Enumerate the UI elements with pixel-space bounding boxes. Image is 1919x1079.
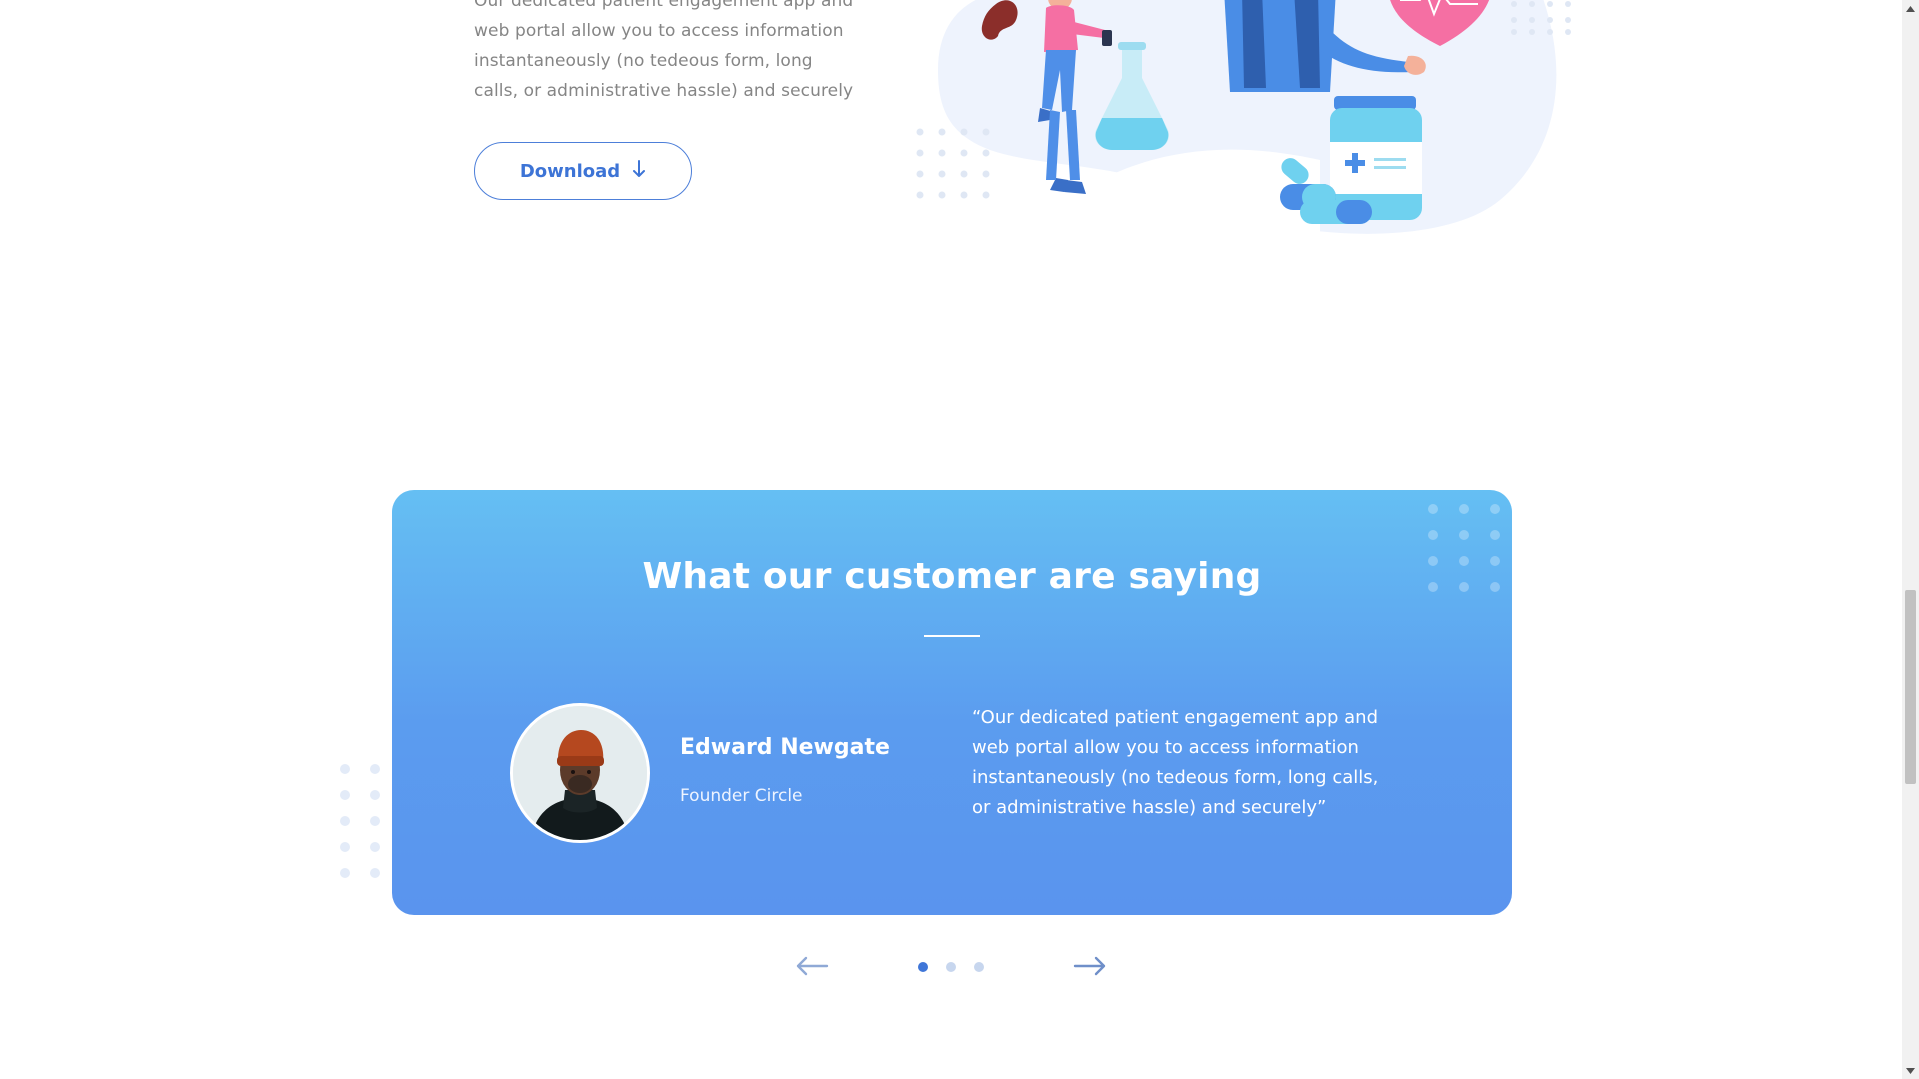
title-divider [924,635,980,637]
intro-paragraph: Our dedicated patient engagement app and… [474,0,854,101]
avatar [510,703,650,843]
previous-button[interactable] [792,950,832,982]
customer-name: Edward Newgate [680,735,890,760]
next-button[interactable] [1070,950,1110,982]
scroll-up-button[interactable] [1902,0,1919,17]
arrow-right-icon [1073,956,1106,976]
page-scrollbar[interactable] [1902,0,1919,1079]
pagination-dot-3[interactable] [974,962,984,972]
pagination-dot-2[interactable] [946,962,956,972]
download-label: Download [519,160,621,182]
medical-illustration [916,0,1571,240]
arrow-down-icon [632,159,646,183]
scroll-down-button[interactable] [1902,1062,1919,1079]
page: Our dedicated patient engagement app and… [0,0,1919,1079]
testimonial-quote: “Our dedicated patient engagement app an… [972,707,1379,818]
caret-down-icon [1906,1067,1915,1074]
person-portrait [513,706,647,840]
decorative-dots-left [340,764,380,878]
section-title: What our customer are saying [642,556,1262,597]
download-button[interactable]: Download [474,142,692,200]
arrow-left-icon [796,956,829,976]
caret-up-icon [1906,5,1915,12]
scrollbar-thumb[interactable] [1905,590,1916,784]
testimonial-card: What our customer are saying Edward Newg… [392,490,1512,915]
pagination-dot-1[interactable] [918,962,928,972]
customer-role: Founder Circle [680,786,803,806]
carousel-pagination [918,962,984,972]
